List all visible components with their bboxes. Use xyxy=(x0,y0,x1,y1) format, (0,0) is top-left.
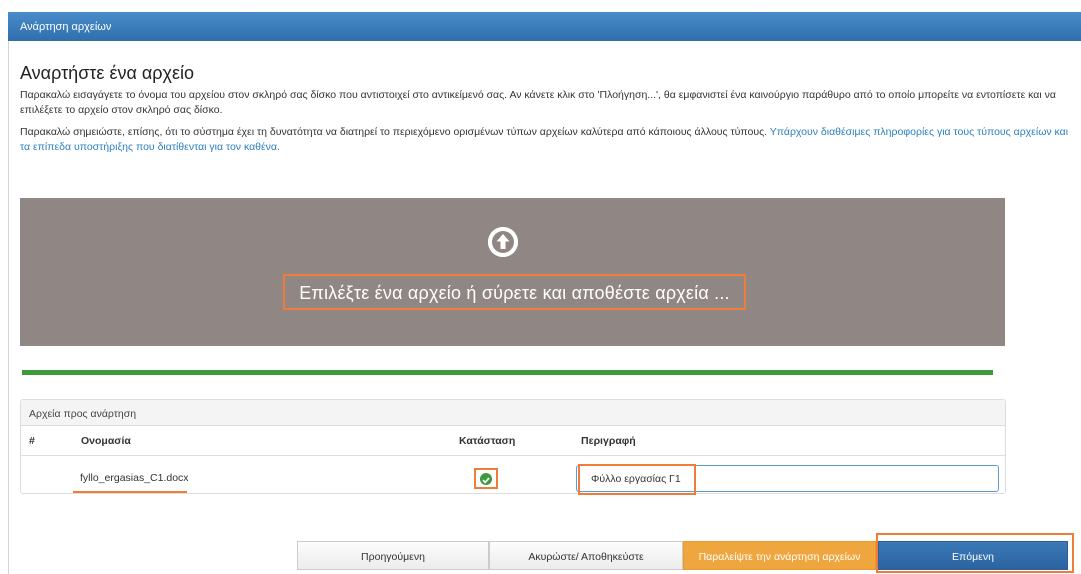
table-header-divider xyxy=(21,455,1005,456)
upload-arrow-icon[interactable] xyxy=(488,227,518,257)
file-types-note-text: Παρακαλώ σημειώστε, επίσης, ότι το σύστη… xyxy=(20,126,770,138)
previous-button[interactable]: Προηγούμενη xyxy=(297,541,489,570)
upload-progress-bar xyxy=(22,370,993,375)
column-header-index: # xyxy=(29,435,35,447)
column-header-status: Κατάσταση xyxy=(459,435,516,447)
column-header-name: Ονομασία xyxy=(81,435,131,447)
file-types-note: Παρακαλώ σημειώστε, επίσης, ότι το σύστη… xyxy=(20,125,1075,155)
description-highlight xyxy=(578,464,696,495)
files-to-upload-panel: Αρχεία προς ανάρτηση # Ονομασία Κατάστασ… xyxy=(20,399,1006,495)
window-titlebar: Ανάρτηση αρχείων xyxy=(8,12,1081,41)
next-button-highlight xyxy=(876,533,1074,573)
page-title: Αναρτήστε ένα αρχείο xyxy=(20,63,194,83)
file-name-highlight xyxy=(73,491,187,493)
file-dropzone[interactable] xyxy=(20,198,1005,346)
cancel-save-button[interactable]: Ακυρώστε/ Αποθηκεύστε xyxy=(489,541,683,570)
file-name: fyllo_ergasias_C1.docx xyxy=(80,472,189,484)
column-header-description: Περιγραφή xyxy=(581,435,636,447)
dropzone-select-label[interactable]: Επιλέξτε ένα αρχείο ή σύρετε και αποθέστ… xyxy=(283,274,746,310)
skip-upload-button[interactable]: Παραλείψτε την ανάρτηση αρχείων xyxy=(683,541,876,570)
check-circle-icon xyxy=(480,473,492,485)
panel-title: Αρχεία προς ανάρτηση xyxy=(21,400,1005,426)
instructions-paragraph: Παρακαλώ εισαγάγετε το όνομα του αρχείου… xyxy=(20,89,1056,116)
window-title: Ανάρτηση αρχείων xyxy=(20,21,112,33)
status-highlight xyxy=(474,468,498,489)
